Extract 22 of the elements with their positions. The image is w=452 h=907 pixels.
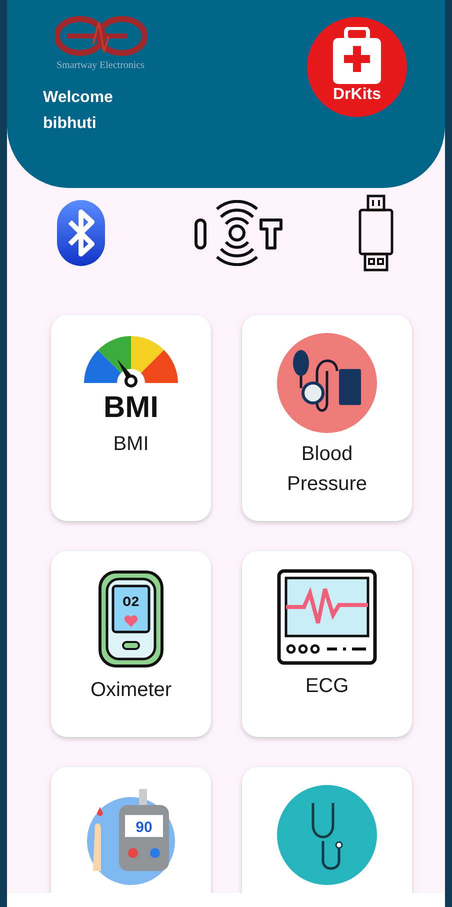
tile-label: Blood Pressure [286, 442, 368, 497]
tile-label: ECG [305, 674, 349, 699]
usb-icon[interactable] [358, 194, 394, 272]
user-name: bibhuti [43, 114, 98, 134]
iot-icon[interactable] [193, 200, 283, 266]
tile-card[interactable]: BMI BMI [51, 315, 211, 521]
stethoscope-icon [277, 785, 377, 885]
tile-card[interactable]: 90 [51, 767, 211, 893]
app-name: DrKits [332, 86, 381, 104]
company-name: Smartway Electronics [55, 59, 146, 73]
pulse-oximeter-icon: O2 [96, 569, 166, 669]
tile-label: BMI [113, 432, 149, 457]
tile-card[interactable]: Blood Pressure [242, 315, 412, 521]
bluetooth-icon[interactable] [57, 200, 105, 266]
ecg-monitor-icon [277, 569, 377, 665]
blood-pressure-monitor-icon [277, 333, 377, 433]
tile-card[interactable]: O2 Oximeter [51, 551, 211, 737]
company-logo-icon [54, 14, 146, 58]
tile-card[interactable]: ECG [242, 551, 412, 737]
first-aid-kit-icon [330, 27, 384, 85]
tile-label: Oximeter [90, 678, 172, 703]
greeting-text: Welcome [43, 88, 113, 108]
